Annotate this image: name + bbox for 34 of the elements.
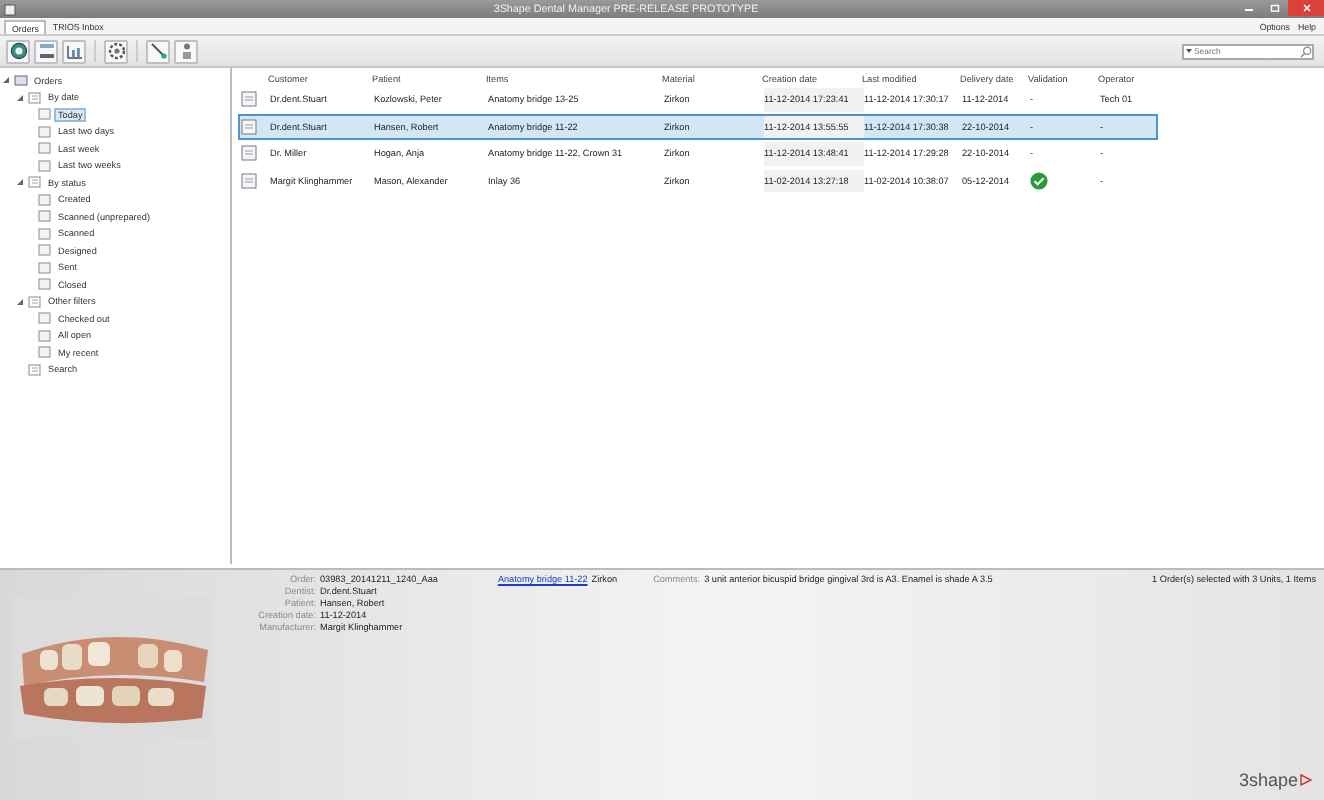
toolbar-button[interactable] [62,39,86,63]
dropdown-icon[interactable] [1185,48,1191,54]
toolbar-button[interactable] [34,39,58,63]
expander-icon[interactable] [16,297,24,306]
folder-icon [14,74,28,87]
person-icon [177,42,195,60]
tools-icon [149,42,167,60]
search-icon[interactable] [1299,45,1311,57]
maximize-icon [1270,4,1280,12]
filter-icon [28,91,42,104]
toolbar-button[interactable] [6,39,30,63]
expander-icon[interactable] [2,76,10,85]
expander-icon[interactable] [16,93,24,102]
filter-icon [28,363,42,376]
order-icon [240,171,260,190]
disc-icon [9,42,27,60]
minimize-icon [1244,4,1254,12]
close-icon [1301,4,1311,12]
logo-text: 3shape [1238,770,1298,790]
toolbar-button[interactable] [146,39,170,63]
toolbar-button[interactable] [104,39,128,63]
expander-icon[interactable] [16,178,24,187]
gear-icon [107,42,125,60]
order-icon [240,144,260,163]
triangle-icon [1300,774,1312,786]
toolbar-button[interactable] [174,39,198,63]
check-icon [1030,171,1048,190]
chart-icon [65,42,83,60]
order-icon [240,117,260,136]
tray-icon [37,42,55,60]
filter-icon [28,176,42,189]
filter-icon [28,295,42,308]
close-button[interactable] [1288,0,1324,16]
order-icon [240,90,260,109]
